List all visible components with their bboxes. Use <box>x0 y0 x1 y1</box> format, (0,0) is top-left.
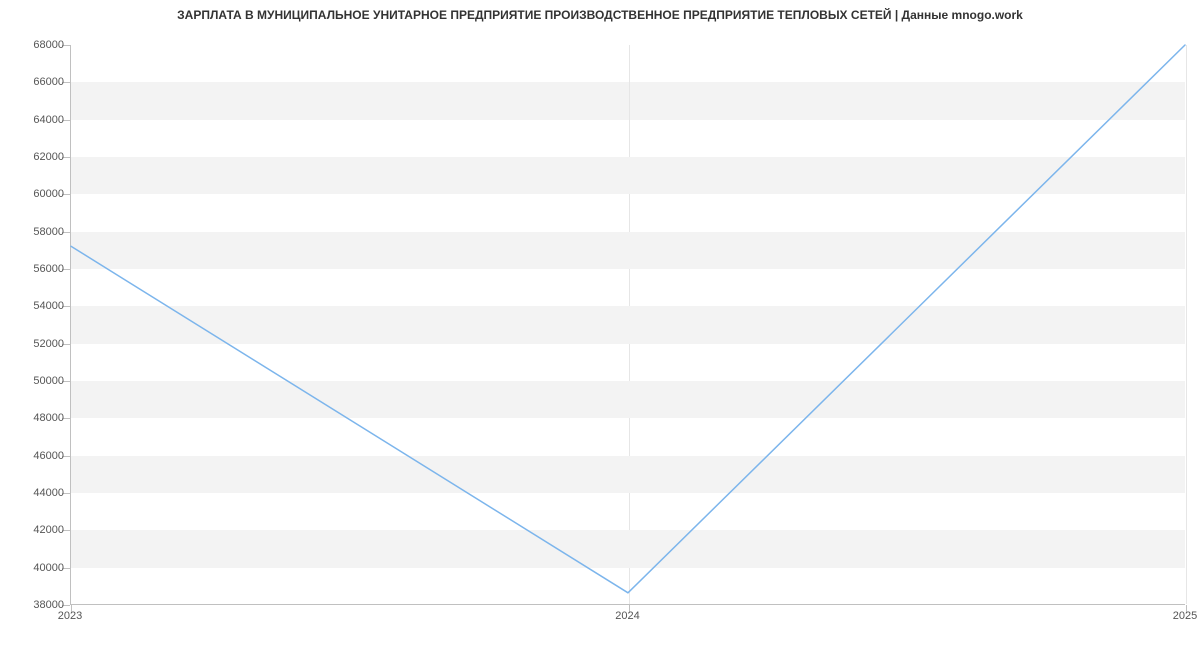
y-axis-label: 66000 <box>9 76 64 88</box>
y-axis-label: 68000 <box>9 39 64 51</box>
y-axis-label: 50000 <box>9 375 64 387</box>
y-axis-label: 40000 <box>9 562 64 574</box>
x-axis-label: 2025 <box>1173 610 1197 622</box>
chart-container: ЗАРПЛАТА В МУНИЦИПАЛЬНОЕ УНИТАРНОЕ ПРЕДП… <box>0 0 1200 650</box>
y-axis-label: 64000 <box>9 114 64 126</box>
y-axis-label: 52000 <box>9 338 64 350</box>
y-axis-label: 38000 <box>9 599 64 611</box>
y-axis-label: 54000 <box>9 300 64 312</box>
y-axis-label: 58000 <box>9 226 64 238</box>
y-axis-label: 56000 <box>9 263 64 275</box>
y-axis-label: 48000 <box>9 412 64 424</box>
chart-title: ЗАРПЛАТА В МУНИЦИПАЛЬНОЕ УНИТАРНОЕ ПРЕДП… <box>0 8 1200 22</box>
series-line <box>71 45 1185 593</box>
x-axis-label: 2023 <box>58 610 82 622</box>
y-axis-label: 44000 <box>9 487 64 499</box>
y-axis-label: 62000 <box>9 151 64 163</box>
line-layer <box>71 45 1185 604</box>
plot-area <box>70 45 1185 605</box>
y-axis-label: 42000 <box>9 524 64 536</box>
y-axis-label: 60000 <box>9 188 64 200</box>
x-gridline <box>1186 45 1187 604</box>
x-axis-label: 2024 <box>615 610 639 622</box>
y-axis-label: 46000 <box>9 450 64 462</box>
